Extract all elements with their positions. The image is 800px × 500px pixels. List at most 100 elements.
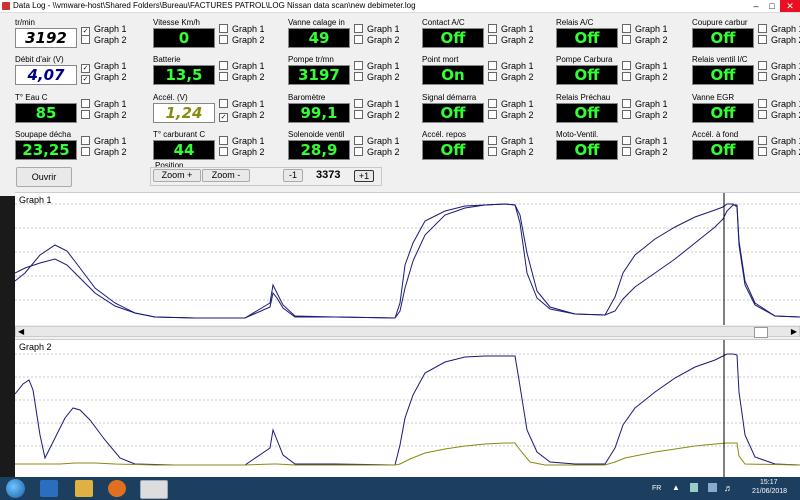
graph-1-checkbox[interactable]: ✓ Graph 1 — [81, 61, 127, 73]
graph-2-checkbox[interactable]: Graph 2 — [354, 110, 400, 121]
graph-2-checkbox[interactable]: Graph 2 — [758, 110, 800, 121]
graph-2-checkbox[interactable]: Graph 2 — [758, 72, 800, 83]
checkbox-box[interactable] — [758, 61, 767, 70]
graph-1-checkbox[interactable]: Graph 1 — [622, 99, 668, 110]
checkbox-box[interactable] — [622, 110, 631, 119]
checkbox-box[interactable] — [622, 99, 631, 108]
checkbox-box[interactable] — [81, 35, 90, 44]
close-button[interactable]: ✕ — [780, 0, 800, 12]
minimize-button[interactable]: – — [748, 0, 764, 12]
checkbox-box[interactable] — [81, 110, 90, 119]
scroll-left-arrow[interactable]: ◀ — [18, 327, 24, 337]
checkbox-box[interactable] — [488, 147, 497, 156]
graph-1-checkbox[interactable]: ✓ Graph 1 — [81, 24, 127, 36]
tray-volume-icon[interactable]: ♬ — [724, 483, 733, 493]
graph-1-checkbox[interactable]: Graph 1 — [354, 136, 400, 147]
checkbox-box[interactable] — [354, 110, 363, 119]
graph-1-checkbox[interactable]: Graph 1 — [758, 24, 800, 35]
step-back-button[interactable]: -1 — [283, 169, 303, 182]
checkbox-box[interactable] — [758, 72, 767, 81]
checkbox-box[interactable] — [488, 61, 497, 70]
checkbox-box[interactable] — [219, 136, 228, 145]
graph-1-checkbox[interactable]: Graph 1 — [219, 136, 265, 147]
graph-2-checkbox[interactable]: Graph 2 — [488, 147, 534, 158]
step-forward-button[interactable]: +1 — [354, 170, 374, 182]
start-button-icon[interactable] — [6, 479, 25, 498]
graph-1-checkbox[interactable]: Graph 1 — [488, 24, 534, 35]
nds-app-icon[interactable] — [140, 480, 168, 499]
clock-time[interactable]: 15:17 — [760, 479, 778, 486]
checkbox-box[interactable] — [219, 35, 228, 44]
graph-2-checkbox[interactable]: Graph 2 — [488, 110, 534, 121]
graph-2-checkbox[interactable]: Graph 2 — [758, 147, 800, 158]
checkbox-box[interactable] — [488, 24, 497, 33]
checkbox-box[interactable]: ✓ — [219, 113, 228, 122]
language-indicator[interactable]: FR — [652, 485, 661, 492]
checkbox-box[interactable] — [622, 147, 631, 156]
checkbox-box[interactable] — [622, 136, 631, 145]
media-player-icon[interactable] — [108, 480, 126, 497]
graph-1-checkbox[interactable]: Graph 1 — [81, 136, 127, 147]
maximize-button[interactable]: □ — [764, 0, 780, 12]
checkbox-box[interactable] — [219, 72, 228, 81]
open-button[interactable]: Ouvrir — [16, 167, 72, 187]
checkbox-box[interactable] — [758, 99, 767, 108]
checkbox-box[interactable]: ✓ — [81, 75, 90, 84]
tray-chevron-icon[interactable]: ▲ — [672, 483, 680, 492]
checkbox-box[interactable] — [758, 110, 767, 119]
checkbox-box[interactable] — [354, 35, 363, 44]
checkbox-box[interactable] — [488, 99, 497, 108]
checkbox-box[interactable] — [622, 35, 631, 44]
zoom-out-button[interactable]: Zoom - — [202, 169, 250, 182]
graph-1-checkbox[interactable]: Graph 1 — [622, 136, 668, 147]
graph-2-plot[interactable] — [15, 340, 800, 477]
checkbox-box[interactable] — [81, 136, 90, 145]
graph-2-checkbox[interactable]: Graph 2 — [81, 147, 127, 158]
graph-1-checkbox[interactable]: Graph 1 — [354, 61, 400, 72]
graph-1-checkbox[interactable]: Graph 1 — [81, 99, 127, 110]
checkbox-box[interactable] — [354, 147, 363, 156]
graph-2-checkbox[interactable]: ✓ Graph 2 — [219, 110, 265, 122]
graph-1-checkbox[interactable]: Graph 1 — [758, 61, 800, 72]
graph-2-checkbox[interactable]: Graph 2 — [219, 147, 265, 158]
graph-1-plot[interactable] — [15, 193, 800, 325]
checkbox-box[interactable] — [354, 136, 363, 145]
checkbox-box[interactable] — [354, 72, 363, 81]
file-explorer-icon[interactable] — [75, 480, 93, 497]
graph-2-checkbox[interactable]: Graph 2 — [219, 35, 265, 46]
checkbox-box[interactable] — [758, 35, 767, 44]
graph-1-checkbox[interactable]: Graph 1 — [488, 61, 534, 72]
graph-2-checkbox[interactable]: Graph 2 — [622, 110, 668, 121]
checkbox-box[interactable] — [758, 24, 767, 33]
checkbox-box[interactable] — [219, 24, 228, 33]
graph-2-checkbox[interactable]: Graph 2 — [81, 110, 127, 121]
graph-2-checkbox[interactable]: Graph 2 — [758, 35, 800, 46]
tray-flag-icon[interactable] — [690, 483, 698, 492]
graph-1-checkbox[interactable]: Graph 1 — [219, 99, 265, 110]
scrollbar-thumb[interactable] — [754, 327, 768, 338]
graph-1-checkbox[interactable]: Graph 1 — [488, 136, 534, 147]
graph-2-checkbox[interactable]: Graph 2 — [488, 72, 534, 83]
checkbox-box[interactable] — [81, 99, 90, 108]
zoom-in-button[interactable]: Zoom + — [153, 169, 201, 182]
graph-2-checkbox[interactable]: ✓ Graph 2 — [81, 72, 127, 84]
graph-2-checkbox[interactable]: Graph 2 — [354, 147, 400, 158]
checkbox-box[interactable] — [488, 35, 497, 44]
graph-2-checkbox[interactable]: Graph 2 — [488, 35, 534, 46]
checkbox-box[interactable] — [488, 110, 497, 119]
checkbox-box[interactable] — [622, 24, 631, 33]
checkbox-box[interactable] — [758, 147, 767, 156]
graph-2-checkbox[interactable]: Graph 2 — [219, 72, 265, 83]
tray-network-icon[interactable] — [708, 483, 717, 492]
checkbox-box[interactable] — [354, 99, 363, 108]
checkbox-box[interactable] — [219, 99, 228, 108]
checkbox-box[interactable] — [219, 147, 228, 156]
graph-1-checkbox[interactable]: Graph 1 — [758, 99, 800, 110]
checkbox-box[interactable] — [354, 61, 363, 70]
checkbox-box[interactable] — [488, 136, 497, 145]
checkbox-box[interactable] — [622, 61, 631, 70]
graph-2-checkbox[interactable]: Graph 2 — [354, 72, 400, 83]
graph-1-checkbox[interactable]: Graph 1 — [622, 24, 668, 35]
checkbox-box[interactable] — [354, 24, 363, 33]
graph-1-checkbox[interactable]: Graph 1 — [488, 99, 534, 110]
